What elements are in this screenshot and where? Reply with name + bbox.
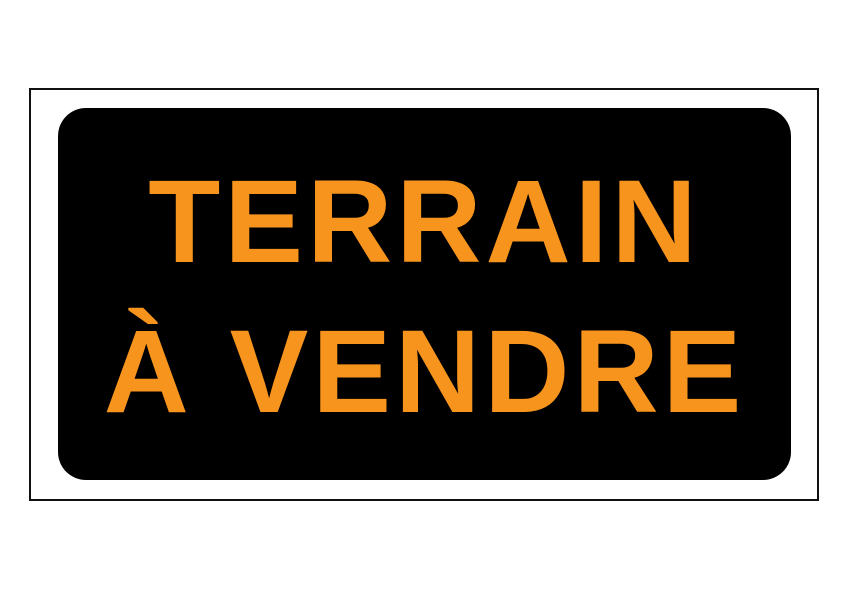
sign-text-line-1: TERRAIN [148,156,701,288]
sign-panel: TERRAIN À VENDRE [58,108,791,480]
sign-text-line-2: À VENDRE [103,306,746,438]
